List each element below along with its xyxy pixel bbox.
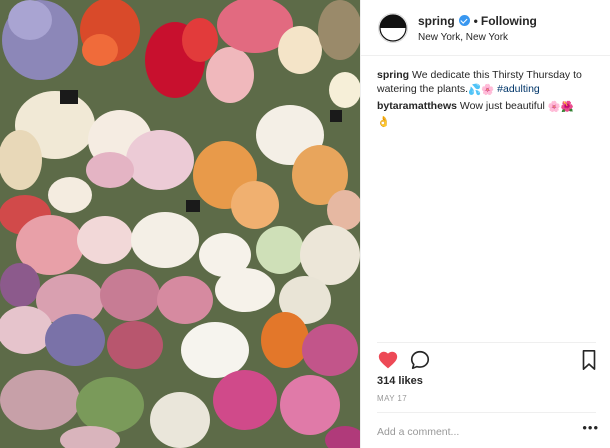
divider	[377, 342, 596, 343]
flowers-photo	[0, 0, 360, 448]
divider	[377, 412, 596, 413]
heart-filled-icon[interactable]	[377, 349, 399, 371]
post-date[interactable]: MAY 17	[377, 394, 407, 403]
more-options-icon[interactable]: •••	[582, 421, 599, 434]
comment-text: Wow just beautiful	[459, 100, 545, 112]
author-handle[interactable]: spring	[418, 14, 455, 28]
following-button[interactable]: Following	[481, 14, 537, 28]
comment-emoji: 👌	[377, 116, 391, 128]
post-location[interactable]: New York, New York	[418, 31, 508, 44]
spring-logo-icon	[379, 14, 407, 42]
add-comment-bar: •••	[377, 421, 599, 442]
comment-emoji: 🌸	[481, 84, 495, 96]
separator-dot: •	[473, 14, 478, 28]
like-count[interactable]: 314 likes	[377, 375, 423, 387]
comment-emoji: 💦	[468, 84, 482, 96]
verified-badge-icon	[458, 15, 470, 26]
bookmark-icon[interactable]	[579, 349, 599, 371]
comment-author[interactable]: spring	[377, 69, 409, 81]
post-actions	[377, 349, 599, 371]
post-sidebar: spring • Following New York, New York spri…	[360, 0, 610, 448]
post-photo[interactable]	[0, 0, 360, 448]
comment-input[interactable]	[377, 426, 557, 438]
comment-bubble-icon[interactable]	[409, 349, 431, 371]
comment-emoji: 🌸	[547, 101, 561, 113]
list-item: bytaramatthews Wow just beautiful 🌸🌺 👌	[377, 99, 599, 129]
author-row: spring • Following	[418, 14, 537, 29]
avatar[interactable]	[378, 13, 408, 43]
post-header: spring • Following New York, New York	[361, 0, 610, 56]
hashtag-link[interactable]: #adulting	[497, 83, 540, 95]
comments-list: spring We dedicate this Thirsty Thursday…	[377, 68, 599, 131]
instagram-post: spring • Following New York, New York spri…	[0, 0, 610, 448]
comment-author[interactable]: bytaramatthews	[377, 100, 457, 112]
caption-comment: spring We dedicate this Thirsty Thursday…	[377, 68, 599, 97]
comment-emoji: 🌺	[560, 101, 574, 113]
